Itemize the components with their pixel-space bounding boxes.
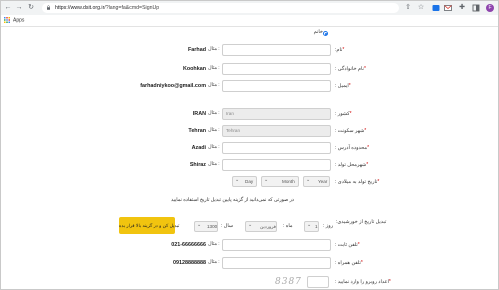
browser-toolbar: ← → ↻ https://www.dsit.org.ir/?lang=fa&c… — [1, 1, 498, 15]
district-input[interactable] — [222, 142, 331, 154]
district-example-label: مثال : — [208, 145, 220, 150]
captcha-input[interactable] — [307, 276, 329, 288]
country-example-label: مثال : — [208, 111, 220, 116]
birth-city-example-value: Shiraz — [189, 162, 206, 168]
shamsi-day-label: روز : — [323, 223, 334, 229]
email-row: farhadniykoo@gmail.com مثال : *ایمیل : — [1, 80, 498, 94]
birthdate-label: *تاریخ تولد به میلادی : — [335, 179, 380, 185]
reload-icon[interactable]: ↻ — [27, 4, 35, 12]
puzzle-icon[interactable]: ✚ — [458, 4, 466, 12]
address-bar[interactable]: https://www.dsit.org.ir/?lang=fa&cmd=Sig… — [42, 3, 399, 13]
birth-month-select[interactable]: Month — [261, 176, 299, 187]
captcha-label: *اعداد روبرو را وارد نمایید : — [335, 279, 391, 285]
birth-city-row: Shiraz مثال : *شهرمحل تولد : — [1, 159, 498, 173]
phone-input[interactable] — [222, 239, 331, 251]
mobile-label: *تلفن همراه : — [335, 260, 363, 266]
last-name-input[interactable] — [222, 63, 331, 75]
mobile-row: 09128888888 مثال : *تلفن همراه : — [1, 257, 498, 271]
sidepanel-icon[interactable] — [472, 4, 480, 12]
last-name-label: *نام خانوادگی : — [335, 66, 366, 72]
last-name-example-label: مثال : — [208, 66, 220, 71]
shamsi-month-select[interactable]: فروردین — [245, 221, 277, 232]
email-label: *ایمیل : — [335, 83, 351, 89]
first-name-row: Farhad مثال : *نام: — [1, 44, 498, 58]
email-input[interactable] — [222, 80, 331, 92]
mail-extension-icon[interactable] — [444, 4, 452, 12]
phone-row: 021-66666666 مثال : *تلفن ثابت : — [1, 239, 498, 253]
apps-grid-icon — [4, 17, 10, 23]
profile-avatar[interactable]: F — [486, 4, 494, 12]
country-input[interactable]: Iran — [222, 108, 331, 120]
phone-label: *تلفن ثابت : — [335, 242, 360, 248]
back-icon[interactable]: ← — [4, 4, 12, 12]
birth-city-example-label: مثال : — [208, 162, 220, 167]
country-label: *کشور : — [335, 111, 352, 117]
phone-example-value: 021-66666666 — [171, 242, 206, 248]
captcha-image: 8387 — [275, 277, 302, 287]
convert-note: در صورتی که نمی‌دانید از گزینه پایین تبد… — [171, 198, 294, 203]
phone-example-label: مثال : — [208, 242, 220, 247]
first-name-example-value: Farhad — [188, 47, 206, 53]
lock-icon — [47, 5, 50, 10]
url-text: https://www.dsit.org.ir/?lang=fa&cmd=Sig… — [55, 4, 160, 11]
city-example-label: مثال : — [208, 128, 220, 133]
signup-form: خانم Farhad مثال : *نام: Koohkan مثال : … — [1, 27, 498, 289]
birth-city-label: *شهرمحل تولد : — [335, 162, 369, 168]
mobile-input[interactable] — [222, 257, 331, 269]
first-name-example-label: مثال : — [208, 47, 220, 52]
city-input[interactable]: Tehran — [222, 125, 331, 137]
first-name-label: *نام: — [335, 47, 345, 53]
forward-icon[interactable]: → — [15, 4, 23, 12]
last-name-row: Koohkan مثال : *نام خانوادگی : — [1, 63, 498, 77]
extension-badge-icon[interactable] — [432, 4, 440, 12]
first-name-input[interactable] — [222, 44, 331, 56]
convert-date-button[interactable]: تبدیل کن و در گزینه بالا قرار بده — [119, 217, 179, 234]
birthdate-row: Day Month Year *تاریخ تولد به میلادی : — [1, 176, 498, 190]
bookmarks-bar: Apps — [1, 15, 498, 27]
share-icon[interactable]: ⇧ — [404, 4, 412, 12]
birth-day-select[interactable]: Day — [232, 176, 257, 187]
shamsi-month-label: ماه : — [283, 223, 293, 229]
email-example-label: مثال : — [208, 83, 220, 88]
birth-city-input[interactable] — [222, 159, 331, 171]
city-row: Tehran مثال : Tehran *شهر سکونت : — [1, 125, 498, 139]
shamsi-label: تبدیل تاریخ از خورشیدی: — [336, 219, 387, 225]
shamsi-day-select[interactable]: 1 — [304, 221, 319, 232]
district-row: Azadi مثال : *محدوده آدرس : — [1, 142, 498, 156]
mobile-example-value: 09128888888 — [173, 260, 206, 266]
district-example-value: Azadi — [191, 145, 206, 151]
country-row: IRAN مثال : Iran *کشور : — [1, 108, 498, 122]
mobile-example-label: مثال : — [208, 260, 220, 265]
bookmark-star-icon[interactable]: ☆ — [417, 4, 425, 12]
district-label: *محدوده آدرس : — [335, 145, 370, 151]
browser-window: ← → ↻ https://www.dsit.org.ir/?lang=fa&c… — [0, 0, 499, 290]
birth-year-select[interactable]: Year — [303, 176, 330, 187]
email-example-value: farhadniykoo@gmail.com — [140, 83, 206, 89]
shamsi-year-label: سال : — [221, 223, 234, 229]
apps-shortcut[interactable]: Apps — [4, 17, 24, 24]
city-label: *شهر سکونت : — [335, 128, 367, 134]
shamsi-year-select[interactable]: 1300 — [194, 221, 218, 232]
last-name-example-value: Koohkan — [182, 66, 206, 72]
city-example-value: Tehran — [188, 128, 206, 134]
gender-radio[interactable] — [323, 31, 328, 36]
country-example-value: IRAN — [192, 111, 206, 117]
gender-option-label: خانم — [313, 29, 323, 35]
